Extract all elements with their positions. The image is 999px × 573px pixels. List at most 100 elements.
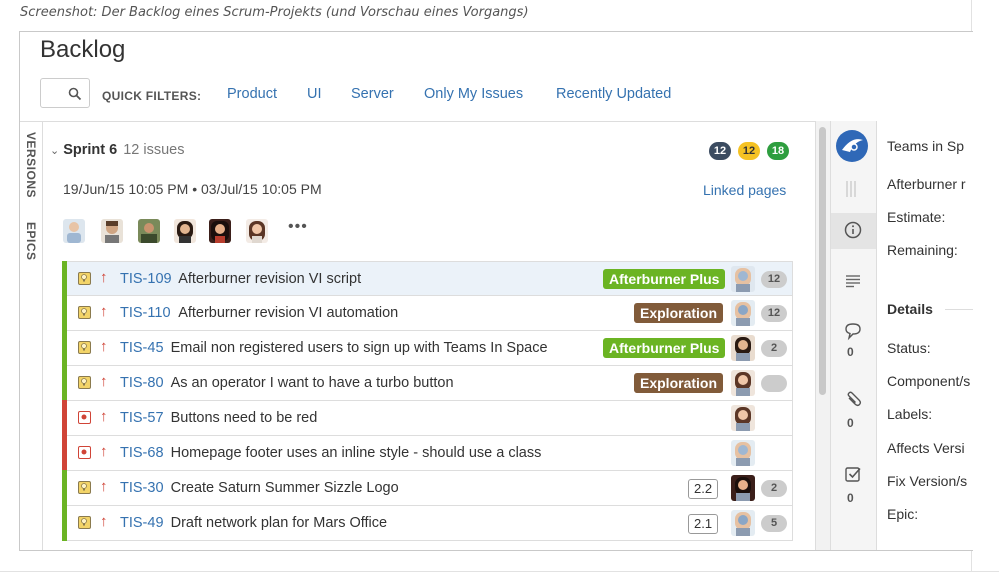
issue-key[interactable]: TIS-109 xyxy=(120,271,172,287)
epic-label[interactable]: Afterburner Plus xyxy=(603,269,726,289)
issue-row[interactable]: ↑ TIS-45 Email non registered users to sig… xyxy=(62,330,793,366)
assignee-avatar[interactable] xyxy=(731,266,755,292)
priority-high-icon: ↑ xyxy=(100,269,108,286)
tab-versions[interactable]: VERSIONS xyxy=(24,132,38,198)
search-input[interactable] xyxy=(40,78,90,108)
issue-row[interactable]: ↑ TIS-57 Buttons need to be red xyxy=(62,400,793,436)
estimate-badge: 2.2 xyxy=(688,479,719,499)
story-points-badge: 12 xyxy=(761,271,787,288)
attachment-icon[interactable] xyxy=(843,389,863,409)
issue-key[interactable]: TIS-80 xyxy=(120,375,164,391)
issue-summary: Afterburner revision VI automation xyxy=(178,305,399,321)
priority-high-icon: ↑ xyxy=(100,443,108,460)
issue-key[interactable]: TIS-110 xyxy=(120,305,171,321)
issue-status-bar xyxy=(62,400,67,436)
story-points-badge: 2 xyxy=(761,340,787,357)
assignee-avatar[interactable] xyxy=(731,475,755,501)
story-points-badge: 5 xyxy=(761,515,787,532)
screenshot-caption: Screenshot: Der Backlog eines Scrum-Proj… xyxy=(20,5,529,20)
detail-project-name[interactable]: Teams in Sp xyxy=(887,138,964,154)
epic-label[interactable]: Exploration xyxy=(634,373,724,393)
description-icon[interactable] xyxy=(843,271,863,291)
issue-summary: As an operator I want to have a turbo bu… xyxy=(170,375,454,391)
scrollbar-thumb[interactable] xyxy=(819,127,826,395)
detail-issue-title: Afterburner r xyxy=(887,176,966,192)
toolbar-divider xyxy=(20,121,815,122)
issue-row[interactable]: ↑ TIS-109 Afterburner revision VI script Af… xyxy=(62,261,793,297)
lightbulb-type-icon xyxy=(78,341,91,354)
priority-high-icon: ↑ xyxy=(100,408,108,425)
assignee-avatar[interactable] xyxy=(731,370,755,396)
avatar[interactable] xyxy=(138,219,160,243)
issue-key[interactable]: TIS-68 xyxy=(120,445,164,461)
side-tabs-divider xyxy=(42,121,43,550)
quick-filter-only-my-issues[interactable]: Only My Issues xyxy=(424,86,523,102)
epic-label[interactable]: Afterburner Plus xyxy=(603,338,726,358)
issue-status-bar xyxy=(62,261,67,297)
status-count-done: 18 xyxy=(767,142,789,160)
lightbulb-type-icon xyxy=(78,306,91,319)
issue-key[interactable]: TIS-30 xyxy=(120,480,164,496)
story-points-badge xyxy=(761,375,787,392)
tab-epics[interactable]: EPICS xyxy=(24,222,38,261)
more-assignees-button[interactable]: ••• xyxy=(288,218,308,236)
issue-summary: Afterburner revision VI script xyxy=(178,271,362,287)
detail-field-labels: Labels: xyxy=(887,406,933,422)
drag-handle-icon[interactable] xyxy=(844,181,858,197)
avatar[interactable] xyxy=(101,219,123,243)
issue-row[interactable]: ↑ TIS-80 As an operator I want to have a t… xyxy=(62,365,793,401)
status-count-in-progress: 12 xyxy=(738,142,760,160)
issue-row[interactable]: ↑ TIS-110 Afterburner revision VI automati… xyxy=(62,295,793,331)
detail-field-fix-version: Fix Version/s xyxy=(887,473,968,489)
sprint-header[interactable]: ⌄ Sprint 6 12 issues xyxy=(50,142,184,158)
story-points-badge: 2 xyxy=(761,480,787,497)
priority-high-icon: ↑ xyxy=(100,303,108,320)
assignee-avatar[interactable] xyxy=(731,405,755,431)
quick-filter-recently-updated[interactable]: Recently Updated xyxy=(556,86,671,102)
priority-high-icon: ↑ xyxy=(100,373,108,390)
issue-status-bar xyxy=(62,470,67,506)
detail-section-title: Details xyxy=(887,301,933,317)
avatar[interactable] xyxy=(246,219,268,243)
assignee-avatar[interactable] xyxy=(731,335,755,361)
priority-high-icon: ↑ xyxy=(100,478,108,495)
detail-field-affects-version: Affects Versi xyxy=(887,440,965,456)
quick-filter-product[interactable]: Product xyxy=(227,86,277,102)
detail-field-epic: Epic: xyxy=(887,506,919,522)
issue-row[interactable]: ↑ TIS-30 Create Saturn Summer Sizzle Logo 2… xyxy=(62,470,793,506)
issue-key[interactable]: TIS-57 xyxy=(120,410,164,426)
sprint-name: Sprint 6 xyxy=(63,142,118,158)
subtasks-checkbox-icon[interactable] xyxy=(843,464,863,484)
epic-label[interactable]: Exploration xyxy=(634,303,724,323)
issue-row[interactable]: ↑ TIS-49 Draft network plan for Mars Offic… xyxy=(62,505,793,541)
linked-pages-link[interactable]: Linked pages xyxy=(703,182,786,198)
lightbulb-type-icon xyxy=(78,376,91,389)
page-divider xyxy=(0,571,999,572)
assignee-avatar[interactable] xyxy=(731,300,755,326)
comments-count: 0 xyxy=(847,345,854,359)
search-icon xyxy=(68,87,82,101)
info-icon[interactable] xyxy=(843,220,863,240)
quick-filters-label: QUICK FILTERS: xyxy=(102,89,202,103)
issue-key[interactable]: TIS-49 xyxy=(120,515,164,531)
attachments-count: 0 xyxy=(847,416,854,430)
issue-row[interactable]: ↑ TIS-68 Homepage footer uses an inline st… xyxy=(62,435,793,471)
quick-filter-server[interactable]: Server xyxy=(351,86,394,102)
assignee-avatar[interactable] xyxy=(731,510,755,536)
chevron-down-icon[interactable]: ⌄ xyxy=(50,145,59,157)
issue-detail-toolbar: 0 0 0 xyxy=(830,121,877,550)
avatar[interactable] xyxy=(174,219,196,243)
comment-icon[interactable] xyxy=(843,321,863,341)
story-points-badge: 12 xyxy=(761,305,787,322)
quick-filter-ui[interactable]: UI xyxy=(307,86,322,102)
sprint-dates: 19/Jun/15 10:05 PM • 03/Jul/15 10:05 PM xyxy=(63,181,322,197)
avatar[interactable] xyxy=(209,219,231,243)
issue-status-bar xyxy=(62,365,67,401)
avatar[interactable] xyxy=(63,219,85,243)
detail-estimate-label: Estimate: xyxy=(887,209,946,225)
lightbulb-type-icon xyxy=(78,272,91,285)
project-logo xyxy=(836,130,868,162)
issue-key[interactable]: TIS-45 xyxy=(120,340,164,356)
scrollbar[interactable] xyxy=(815,121,830,550)
assignee-avatar[interactable] xyxy=(731,440,755,466)
